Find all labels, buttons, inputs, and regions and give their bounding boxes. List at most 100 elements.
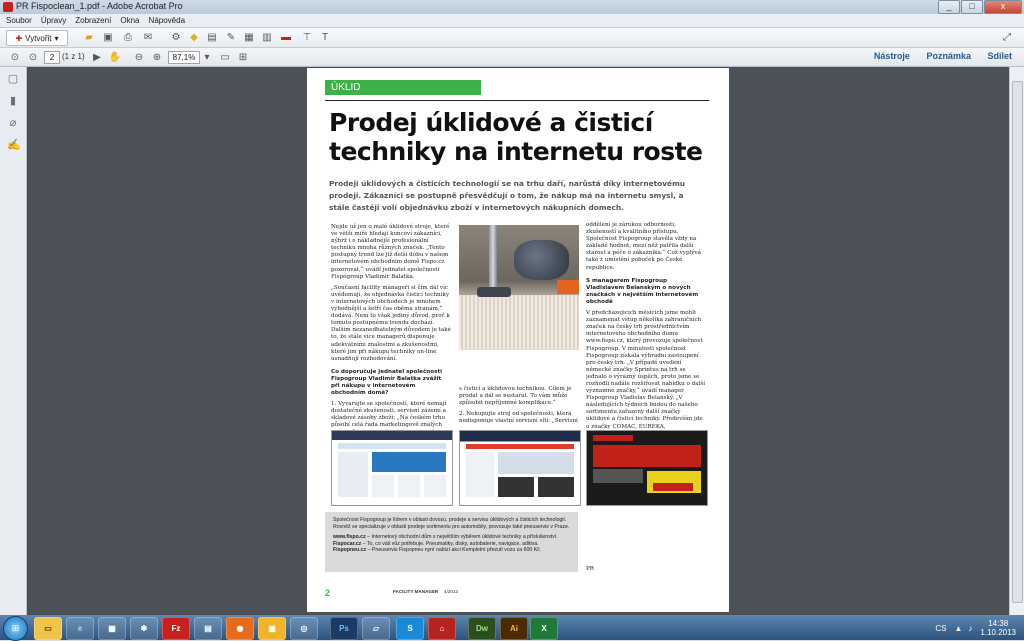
menu-view[interactable]: Zobrazení [75,16,111,25]
zoom-in-icon[interactable]: ⊕ [150,50,164,64]
skype-icon[interactable]: S [396,617,424,640]
menu-edit[interactable]: Úpravy [41,16,66,25]
email-icon[interactable]: ✉ [141,30,155,44]
signature: PR [586,566,594,572]
filezilla-icon[interactable]: Fz [162,617,190,640]
excel-icon[interactable]: X [530,617,558,640]
page-total: (1 z 1) [62,52,85,61]
attachments-icon[interactable]: ⌀ [7,117,19,129]
close-button[interactable]: x [984,0,1022,14]
date: 1.10.2013 [980,628,1016,637]
vacuum-cleaner-photo [459,225,579,350]
website-screenshot-fispocar [459,430,581,506]
info-text: – Pneuservis Fispopneu nyní nabízí akci … [366,547,542,554]
select-tool-icon[interactable]: ▶ [90,50,104,64]
hand-tool-icon[interactable]: ✋ [108,50,122,64]
bookmarks-icon[interactable]: ▮ [7,95,19,107]
menu-help[interactable]: Nápověda [149,16,185,25]
zoom-out-icon[interactable]: ⊖ [132,50,146,64]
page-thumbnails-icon[interactable]: ▢ [7,73,19,85]
signatures-icon[interactable]: ✍ [7,139,21,151]
sticky-note-icon[interactable]: ▤ [205,30,219,44]
maximize-button[interactable]: □ [961,0,983,14]
time: 14:38 [988,619,1009,628]
scrollbar-thumb[interactable] [1012,81,1023,603]
issue-number: 4/2013 [444,589,459,594]
clock[interactable]: 14:38 1.10.2013 [980,619,1016,637]
info-text: – Internetový obchodní dům s největším v… [365,534,558,541]
firefox-icon[interactable]: ◉ [226,617,254,640]
info-line: Fispopneu.cz – Pneuservis Fispopneu nyní… [333,547,570,554]
comment-link[interactable]: Poznámka [926,51,971,61]
text-tool-icon[interactable]: T [318,30,332,44]
language-indicator[interactable]: CS [935,624,946,633]
create-button[interactable]: ✚ Vytvořit ▾ [6,30,68,46]
website-screenshot-fispopneu [586,430,708,506]
expand-icon[interactable]: ⤢ [1000,30,1014,44]
window-app-icon[interactable]: ▱ [362,617,390,640]
export-icon[interactable]: ▥ [260,30,274,44]
text-column-2: s čisticí a úklidovou technikou. Cílem j… [459,386,579,429]
carpet [459,295,579,350]
explorer-icon[interactable]: ▭ [34,617,62,640]
acrobat-taskbar-icon[interactable]: ⌂ [428,617,456,640]
fispo-link[interactable]: www.fispo.cz [333,534,366,540]
article-headline: Prodej úklidové a čisticí techniky na in… [329,108,703,166]
menu-window[interactable]: Okna [120,16,139,25]
tools-link[interactable]: Nástroje [874,51,910,61]
company-info-box: Společnost Fispogroup je lídrem v oblast… [325,512,578,572]
vertical-scrollbar[interactable] [1009,67,1024,615]
comment-icon[interactable]: ◆ [187,30,201,44]
chrome-icon[interactable]: ◎ [290,617,318,640]
archive-icon[interactable]: ▤ [194,617,222,640]
vacuum-tube [489,225,497,295]
volume-icon[interactable]: ♪ [968,624,972,633]
create-label: Vytvořit [25,33,52,43]
internet-explorer-icon[interactable]: e [66,617,94,640]
notes-icon[interactable]: ▣ [258,617,286,640]
fispopneu-link[interactable]: Fispopneu.cz [333,547,366,553]
create-icon: ✚ [15,33,23,43]
sign-icon[interactable]: ▬ [279,30,293,44]
orange-accent [557,280,579,294]
text-column-3: oddělení je zárukou odbornosti, zkušenos… [586,222,706,446]
page-number: 2 [325,588,331,598]
highlight-icon[interactable]: ✎ [224,30,238,44]
save-icon[interactable]: ▣ [101,30,115,44]
paragraph: V předcházejících měsících jsme mohli za… [586,310,706,442]
paragraph: 2. Nekupujte stroj od společnosti, která… [459,411,578,425]
network-icon[interactable]: ▲ [954,624,962,633]
section-label: ÚKLID [325,80,481,95]
article-lead: Prodeji úklidových a čisticích technolog… [329,179,686,212]
taskbar: ⊞ ▭ e ▦ ✱ Fz ▤ ◉ ▣ ◎ Ps ▱ S ⌂ Dw Ai X CS… [0,615,1024,641]
zoom-input[interactable]: 87,1% [168,51,200,64]
zoom-dropdown-icon[interactable]: ▾ [200,50,214,64]
pdf-page: ÚKLID Prodej úklidové a čisticí techniky… [307,68,729,612]
chevron-down-icon: ▾ [54,33,59,43]
start-button[interactable]: ⊞ [3,616,28,641]
fit-page-icon[interactable]: ▭ [218,50,232,64]
info-line: www.fispo.cz – Internetový obchodní dům … [333,534,570,541]
fispocar-link[interactable]: Fispocar.cz [333,541,361,547]
info-paragraph: Společnost Fispogroup je lídrem v oblast… [333,517,570,530]
page-number-input[interactable]: 2 [44,51,60,64]
paragraph: „Současní facility manageři si čím dál v… [331,284,451,362]
open-icon[interactable]: ▰ [82,30,96,44]
outlook-icon[interactable]: ▦ [98,617,126,640]
fit-width-icon[interactable]: ⊞ [236,50,250,64]
stamp-icon[interactable]: ⊤ [300,30,314,44]
dreamweaver-icon[interactable]: Dw [468,617,496,640]
minimize-button[interactable]: _ [938,0,960,14]
photoshop-icon[interactable]: Ps [330,617,358,640]
page-up-icon[interactable]: ⊙ [8,50,22,64]
page-down-icon[interactable]: ⊙ [26,50,40,64]
print-icon[interactable]: ⎙ [121,30,135,44]
share-link[interactable]: Sdílet [987,51,1012,61]
attach-icon[interactable]: ▦ [242,30,256,44]
illustrator-icon[interactable]: Ai [500,617,528,640]
menu-file[interactable]: Soubor [6,16,32,25]
acrobat-icon [3,2,13,12]
text-column-1: Nejde už jen o malé úklidové stroje, kte… [331,224,451,448]
settings-icon[interactable]: ⚙ [169,30,183,44]
settings-app-icon[interactable]: ✱ [130,617,158,640]
